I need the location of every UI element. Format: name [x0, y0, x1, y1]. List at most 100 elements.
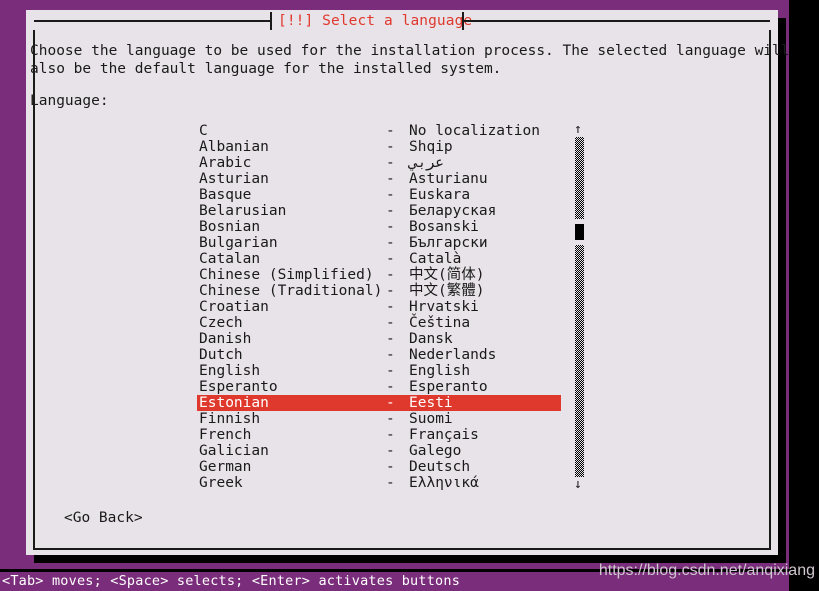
language-list[interactable]: C - No localization Albanian - Shqip Arabic - عر…	[197, 123, 561, 491]
scroll-up-arrow-icon[interactable]: ↑	[574, 123, 582, 136]
language-list-item[interactable]: C - No localization	[197, 123, 561, 139]
language-native-name: Eesti	[409, 395, 453, 411]
language-name: Arabic	[199, 155, 252, 171]
language-name: Chinese (Traditional)	[199, 283, 383, 299]
language-separator: -	[386, 379, 395, 395]
language-separator: -	[386, 299, 395, 315]
language-name: Chinese (Simplified)	[199, 267, 374, 283]
language-native-name: 中文(繁體)	[409, 283, 485, 299]
language-native-name: Shqip	[409, 139, 453, 155]
language-native-name: Esperanto	[409, 379, 488, 395]
language-native-name: English	[409, 363, 471, 379]
language-separator: -	[386, 315, 395, 331]
language-separator: -	[386, 331, 395, 347]
language-native-name: 中文(简体)	[409, 267, 485, 283]
language-list-item[interactable]: Bosnian - Bosanski	[197, 219, 561, 235]
language-list-item[interactable]: English - English	[197, 363, 561, 379]
language-native-name: Français	[409, 427, 479, 443]
language-name: Czech	[199, 315, 243, 331]
language-native-name: Беларуская	[409, 203, 497, 219]
language-separator: -	[386, 171, 395, 187]
language-native-name: Hrvatski	[409, 299, 479, 315]
language-name: Bulgarian	[199, 235, 278, 251]
language-list-item[interactable]: Belarusian - Беларуская	[197, 203, 561, 219]
title-rule-right	[463, 20, 770, 22]
language-list-item[interactable]: Finnish - Suomi	[197, 411, 561, 427]
language-separator: -	[386, 155, 395, 171]
language-separator: -	[386, 139, 395, 155]
language-native-name: Ελληνικά	[409, 475, 479, 491]
language-list-item[interactable]: Bulgarian - Български	[197, 235, 561, 251]
status-bar-text: <Tab> moves; <Space> selects; <Enter> ac…	[2, 573, 461, 589]
language-separator: -	[386, 363, 395, 379]
language-list-item[interactable]: Chinese (Traditional) - 中文(繁體)	[197, 283, 561, 299]
language-native-name: عربي	[409, 155, 444, 171]
language-separator: -	[386, 219, 395, 235]
language-native-name: Bosanski	[409, 219, 479, 235]
language-list-item[interactable]: French - Français	[197, 427, 561, 443]
language-list-item[interactable]: Asturian - Asturianu	[197, 171, 561, 187]
language-separator: -	[386, 347, 395, 363]
language-separator: -	[386, 411, 395, 427]
language-list-item[interactable]: Croatian - Hrvatski	[197, 299, 561, 315]
go-back-button[interactable]: <Go Back>	[64, 509, 143, 527]
language-name: German	[199, 459, 252, 475]
language-name: Asturian	[199, 171, 269, 187]
language-list-item[interactable]: Albanian - Shqip	[197, 139, 561, 155]
language-list-item[interactable]: Dutch - Nederlands	[197, 347, 561, 363]
language-list-item[interactable]: Arabic - عربي	[197, 155, 561, 171]
language-separator: -	[386, 123, 395, 139]
language-native-name: Suomi	[409, 411, 453, 427]
scrollbar-gap-below-thumb	[575, 240, 584, 245]
language-list-item[interactable]: Estonian - Eesti	[197, 395, 561, 411]
language-separator: -	[386, 283, 395, 299]
language-name: Catalan	[199, 251, 261, 267]
language-native-name: Català	[409, 251, 462, 267]
language-separator: -	[386, 427, 395, 443]
description-line-1: Choose the language to be used for the i…	[30, 43, 790, 59]
language-list-item[interactable]: Basque - Euskara	[197, 187, 561, 203]
language-list-item[interactable]: Catalan - Català	[197, 251, 561, 267]
language-native-name: Čeština	[409, 315, 471, 331]
title-rule-left	[34, 20, 271, 22]
description-line-2: also be the default language for the ins…	[30, 61, 502, 77]
language-native-name: Euskara	[409, 187, 471, 203]
language-list-item[interactable]: Danish - Dansk	[197, 331, 561, 347]
title-tick-left	[270, 12, 272, 30]
scrollbar-track[interactable]	[575, 137, 584, 477]
dialog-description: Choose the language to be used for the i…	[30, 42, 790, 78]
language-name: Estonian	[199, 395, 269, 411]
language-name: Albanian	[199, 139, 269, 155]
language-separator: -	[386, 267, 395, 283]
language-name: C	[199, 123, 208, 139]
language-list-item[interactable]: Esperanto - Esperanto	[197, 379, 561, 395]
language-native-name: Български	[409, 235, 488, 251]
language-name: Croatian	[199, 299, 269, 315]
language-separator: -	[386, 395, 395, 411]
language-name: Dutch	[199, 347, 243, 363]
language-name: Danish	[199, 331, 252, 347]
scrollbar-thumb[interactable]	[575, 224, 584, 240]
language-native-name: Galego	[409, 443, 462, 459]
language-name: Esperanto	[199, 379, 278, 395]
language-field-label: Language:	[30, 93, 109, 109]
language-name: English	[199, 363, 261, 379]
language-native-name: Nederlands	[409, 347, 497, 363]
language-name: Basque	[199, 187, 252, 203]
language-list-item[interactable]: Czech - Čeština	[197, 315, 561, 331]
language-name: Bosnian	[199, 219, 261, 235]
language-separator: -	[386, 443, 395, 459]
language-native-name: Asturianu	[409, 171, 488, 187]
language-list-item[interactable]: Greek - Ελληνικά	[197, 475, 561, 491]
scroll-down-arrow-icon[interactable]: ↓	[574, 478, 582, 491]
dialog-title: [!!] Select a language	[278, 13, 473, 29]
language-name: Galician	[199, 443, 269, 459]
language-list-item[interactable]: German - Deutsch	[197, 459, 561, 475]
language-list-item[interactable]: Chinese (Simplified) - 中文(简体)	[197, 267, 561, 283]
language-separator: -	[386, 235, 395, 251]
language-native-name: Dansk	[409, 331, 453, 347]
language-separator: -	[386, 251, 395, 267]
language-name: French	[199, 427, 252, 443]
language-separator: -	[386, 475, 395, 491]
language-list-item[interactable]: Galician - Galego	[197, 443, 561, 459]
